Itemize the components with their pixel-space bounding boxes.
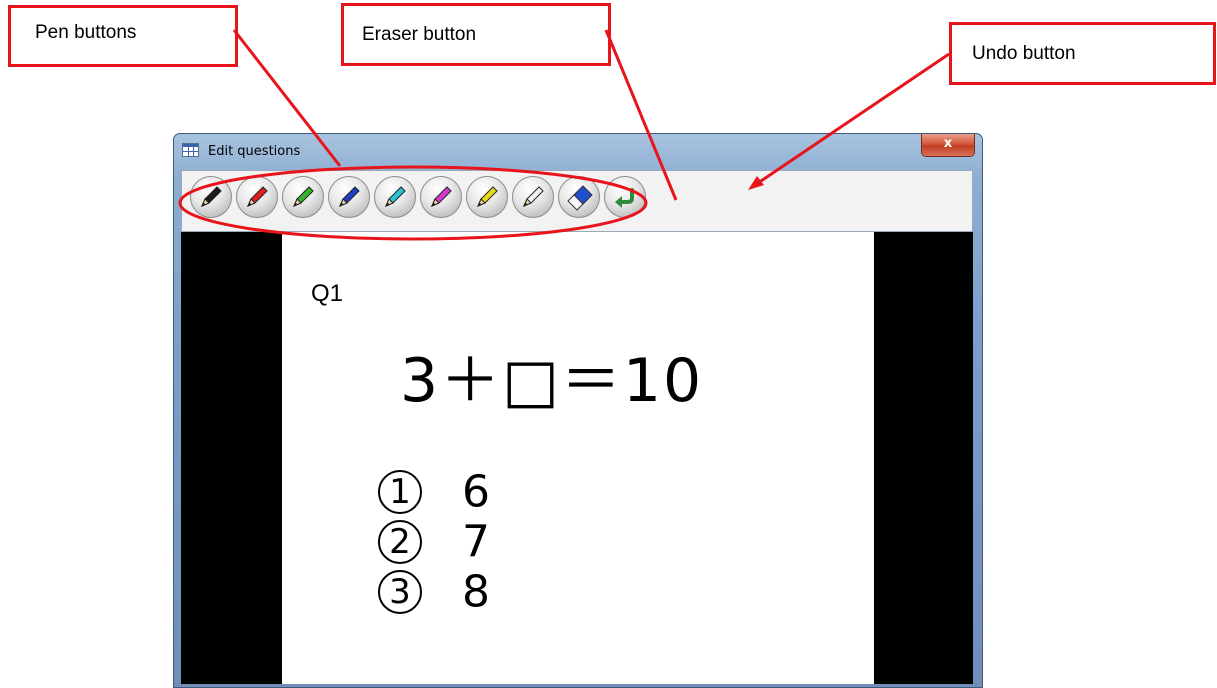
undo-arrow-icon [615, 188, 634, 208]
choice-value: 6 [462, 466, 490, 518]
choice-3: 38 [378, 564, 490, 618]
pencil-icon [201, 186, 222, 207]
pen-buttons-callout: Pen buttons [8, 5, 238, 67]
choice-value: 8 [462, 566, 490, 618]
question-sheet[interactable]: Q1 3＋□＝10 16 27 38 [282, 232, 874, 684]
cyan-pen-button[interactable] [374, 176, 416, 218]
undo-button[interactable] [604, 176, 646, 218]
choice-value: 7 [462, 516, 490, 568]
green-pen-button[interactable] [282, 176, 324, 218]
eraser-button-callout: Eraser button [341, 3, 611, 66]
choice-number: 3 [378, 570, 422, 614]
toolbar [181, 170, 973, 232]
blue-pen-button[interactable] [328, 176, 370, 218]
choice-number: 2 [378, 520, 422, 564]
pencil-icon [247, 186, 268, 207]
callout-label: Undo button [972, 43, 1076, 64]
pencil-icon [385, 186, 406, 207]
callout-label: Eraser button [362, 24, 477, 45]
choice-number: 1 [378, 470, 422, 514]
yellow-pen-button[interactable] [466, 176, 508, 218]
canvas-area[interactable]: Q1 3＋□＝10 16 27 38 [181, 232, 973, 684]
pencil-icon [339, 186, 360, 207]
magenta-pen-button[interactable] [420, 176, 462, 218]
close-button[interactable]: x [921, 134, 975, 157]
pencil-icon [431, 186, 452, 207]
choice-2: 27 [378, 514, 490, 568]
choice-1: 16 [378, 464, 490, 518]
callout-label: Pen buttons [35, 22, 137, 43]
white-pen-button[interactable] [512, 176, 554, 218]
undo-button-callout: Undo button [949, 22, 1216, 85]
black-pen-button[interactable] [190, 176, 232, 218]
eraser-button[interactable] [558, 176, 600, 218]
table-icon [182, 143, 199, 157]
equation: 3＋□＝10 [400, 346, 704, 416]
pencil-icon [293, 186, 314, 207]
question-label: Q1 [311, 280, 344, 307]
red-pen-button[interactable] [236, 176, 278, 218]
window-title: Edit questions [208, 144, 301, 159]
edit-questions-window: Edit questions x Q1 3＋□＝10 16 27 38 [173, 133, 983, 688]
pencil-icon [477, 186, 498, 207]
eraser-icon [567, 185, 593, 211]
title-bar[interactable]: Edit questions x [174, 134, 982, 170]
pencil-icon [523, 186, 544, 207]
